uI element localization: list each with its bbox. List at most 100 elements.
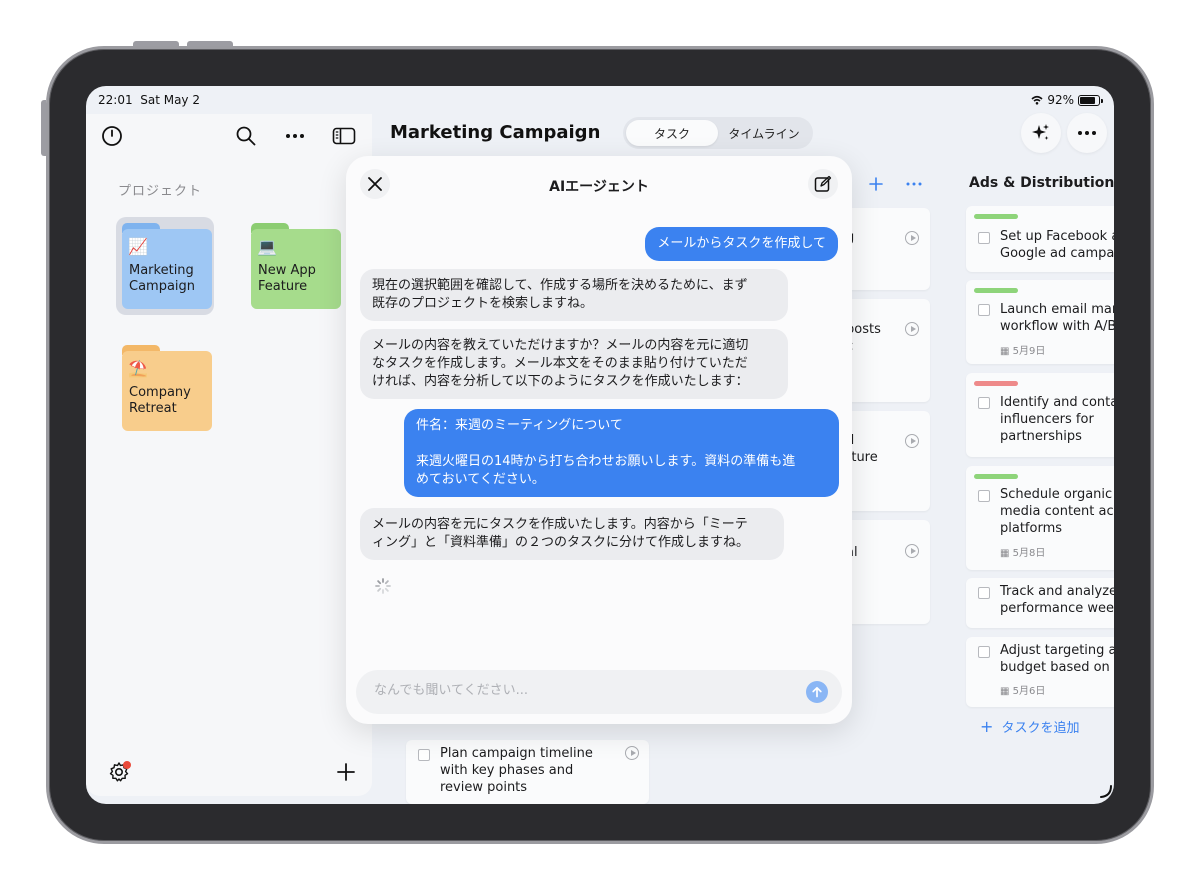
tab-tasks[interactable]: タスク: [626, 120, 718, 146]
column-more-icon[interactable]: [900, 170, 928, 198]
add-task-button[interactable]: + タスクを追加: [980, 717, 1080, 736]
column-add-icon[interactable]: [862, 170, 890, 198]
ai-message: 現在の選択範囲を確認して、作成する場所を決めるために、まず 既存のプロジェクトを検…: [360, 269, 788, 321]
task-title-line1: Identify and conta: [1000, 395, 1114, 410]
calendar-icon: ▦: [1000, 346, 1010, 357]
task-checkbox[interactable]: [978, 646, 990, 658]
play-icon[interactable]: [625, 746, 639, 760]
project-folder-company-retreat[interactable]: ⛱️ Company Retreat: [116, 339, 214, 437]
task-checkbox[interactable]: [978, 397, 990, 409]
task-title: Schedule organic media content acr platfor…: [1000, 486, 1114, 537]
clock-icon[interactable]: [98, 122, 126, 150]
task-checkbox[interactable]: [978, 304, 990, 316]
wifi-icon: [1031, 95, 1043, 105]
task-title: Plan campaign timeline with key phases an…: [440, 745, 593, 796]
task-title-line2: Google ad campai: [1000, 246, 1114, 261]
user-message-email: 件名：来週のミーティングについて来週火曜日の14時から打ち合わせお願いします。資…: [404, 409, 839, 497]
ai-agent-panel: AIエージェント メールからタスクを作成して 現在の選択範囲を確認して、作成する…: [346, 156, 852, 724]
chat-input[interactable]: [372, 682, 792, 699]
task-title: Identify and conta influencers for partner…: [1000, 394, 1114, 445]
battery-icon: [1078, 94, 1103, 106]
plus-icon: +: [980, 717, 994, 736]
resize-corner-icon: [1100, 785, 1112, 798]
project-folder-new-app[interactable]: 💻 New App Feature: [245, 217, 343, 315]
task-card-organic-social[interactable]: Schedule organic media content acr platfor…: [966, 466, 1114, 570]
sidebar-toggle-icon[interactable]: [330, 122, 358, 150]
page-title: Marketing Campaign: [390, 122, 601, 143]
task-title-line2: workflow with A/B: [1000, 319, 1114, 334]
priority-tag: [974, 214, 1018, 219]
new-chat-icon[interactable]: [808, 169, 838, 199]
task-card-facebook-ads[interactable]: Set up Facebook a Google ad campai: [966, 206, 1114, 272]
task-title-line2: performance week: [1000, 601, 1114, 616]
more-icon[interactable]: [281, 122, 309, 150]
ai-message-line2: なタスクを作成します。メール本文をそのまま貼り付けていただ: [372, 356, 748, 371]
send-arrow-icon[interactable]: [806, 681, 828, 703]
settings-icon[interactable]: [105, 758, 133, 786]
folder-name: Marketing Campaign: [129, 263, 195, 295]
play-icon[interactable]: [905, 544, 919, 558]
task-title-line2: influencers for: [1000, 412, 1094, 427]
task-card-email-marketing[interactable]: Launch email mark workflow with A/B ▦ 5月9…: [966, 280, 1114, 364]
priority-tag: [974, 381, 1018, 386]
task-title-line2: with key phases and: [440, 763, 574, 778]
task-title-line3: partnerships: [1000, 429, 1082, 444]
task-title-line2: media content acr: [1000, 504, 1114, 519]
email-subject: 件名：来週のミーティングについて: [416, 418, 623, 433]
status-right: 92%: [1031, 93, 1103, 107]
priority-tag: [974, 288, 1018, 293]
play-icon[interactable]: [905, 434, 919, 448]
task-due-date: ▦ 5月9日: [1000, 342, 1045, 357]
task-checkbox[interactable]: [418, 749, 430, 761]
task-title-line3: review points: [440, 780, 528, 795]
project-folder-marketing[interactable]: 📈 Marketing Campaign: [116, 217, 214, 315]
email-body-line2: めておいてください。: [416, 472, 545, 487]
task-card-track-performance[interactable]: Track and analyze performance week: [966, 578, 1114, 628]
task-checkbox[interactable]: [978, 232, 990, 244]
ads-column-header: Ads & Distribution 6: [969, 175, 1114, 191]
task-card-adjust-targeting[interactable]: Adjust targeting a budget based on a ▦ 5月…: [966, 637, 1114, 707]
due-date-text: 5月9日: [1012, 346, 1046, 357]
view-segmented-control: タスク タイムライン: [623, 117, 813, 149]
time-text: 22:01: [98, 93, 133, 107]
play-icon[interactable]: [905, 231, 919, 245]
task-due-date: ▦ 5月8日: [1000, 544, 1045, 559]
priority-tag: [974, 474, 1018, 479]
due-date-text: 5月6日: [1012, 686, 1046, 697]
ai-message-line1: 現在の選択範囲を確認して、作成する場所を決めるために、まず: [372, 278, 748, 293]
notification-dot: [123, 761, 131, 769]
battery-percent: 92%: [1047, 93, 1074, 107]
task-title-line1: Schedule organic: [1000, 487, 1113, 502]
ai-message-line1: メールの内容を教えていただけますか？メールの内容を元に適切: [372, 338, 749, 353]
task-title-line1: Set up Facebook a: [1000, 229, 1114, 244]
chat-input-bar: [356, 670, 842, 714]
email-body-line1: 来週火曜日の14時から打ち合わせお願いします。資料の準備も進: [416, 454, 796, 469]
task-checkbox[interactable]: [978, 490, 990, 502]
task-title-line1: Adjust targeting a: [1000, 643, 1114, 658]
column-title: Ads & Distribution: [969, 175, 1114, 191]
task-title-line1: Plan campaign timeline: [440, 746, 593, 761]
task-card-plan-campaign[interactable]: Plan campaign timeline with key phases an…: [406, 740, 649, 804]
ai-message-line2: 既存のプロジェクトを検索しますね。: [372, 296, 594, 311]
folder-name-line1: New App: [258, 263, 316, 278]
ai-message: メールの内容を元にタスクを作成いたします。内容から「ミーテ ィング」と「資料準備」…: [360, 508, 784, 560]
play-icon[interactable]: [905, 322, 919, 336]
task-title-line1: Track and analyze: [1000, 584, 1114, 599]
task-title-line1: Launch email mark: [1000, 302, 1114, 317]
loading-spinner-icon: [374, 577, 392, 599]
task-title: Launch email mark workflow with A/B: [1000, 301, 1114, 335]
task-checkbox[interactable]: [978, 587, 990, 599]
sparkles-icon[interactable]: [1021, 113, 1061, 153]
add-task-label: タスクを追加: [1001, 721, 1080, 736]
status-time: 22:01 Sat May 2: [98, 93, 200, 107]
folder-name-line2: Campaign: [129, 279, 196, 294]
search-icon[interactable]: [232, 122, 260, 150]
task-card-influencers[interactable]: Identify and conta influencers for partner…: [966, 373, 1114, 457]
task-title-line3: platforms: [1000, 521, 1063, 536]
add-project-icon[interactable]: [332, 758, 360, 786]
date-text: Sat May 2: [140, 93, 200, 107]
header-more-icon[interactable]: [1067, 113, 1107, 153]
tab-timeline[interactable]: タイムライン: [718, 120, 810, 146]
task-title-line2: budget based on a: [1000, 660, 1114, 675]
ai-message: メールの内容を教えていただけますか？メールの内容を元に適切 なタスクを作成します。…: [360, 329, 788, 399]
